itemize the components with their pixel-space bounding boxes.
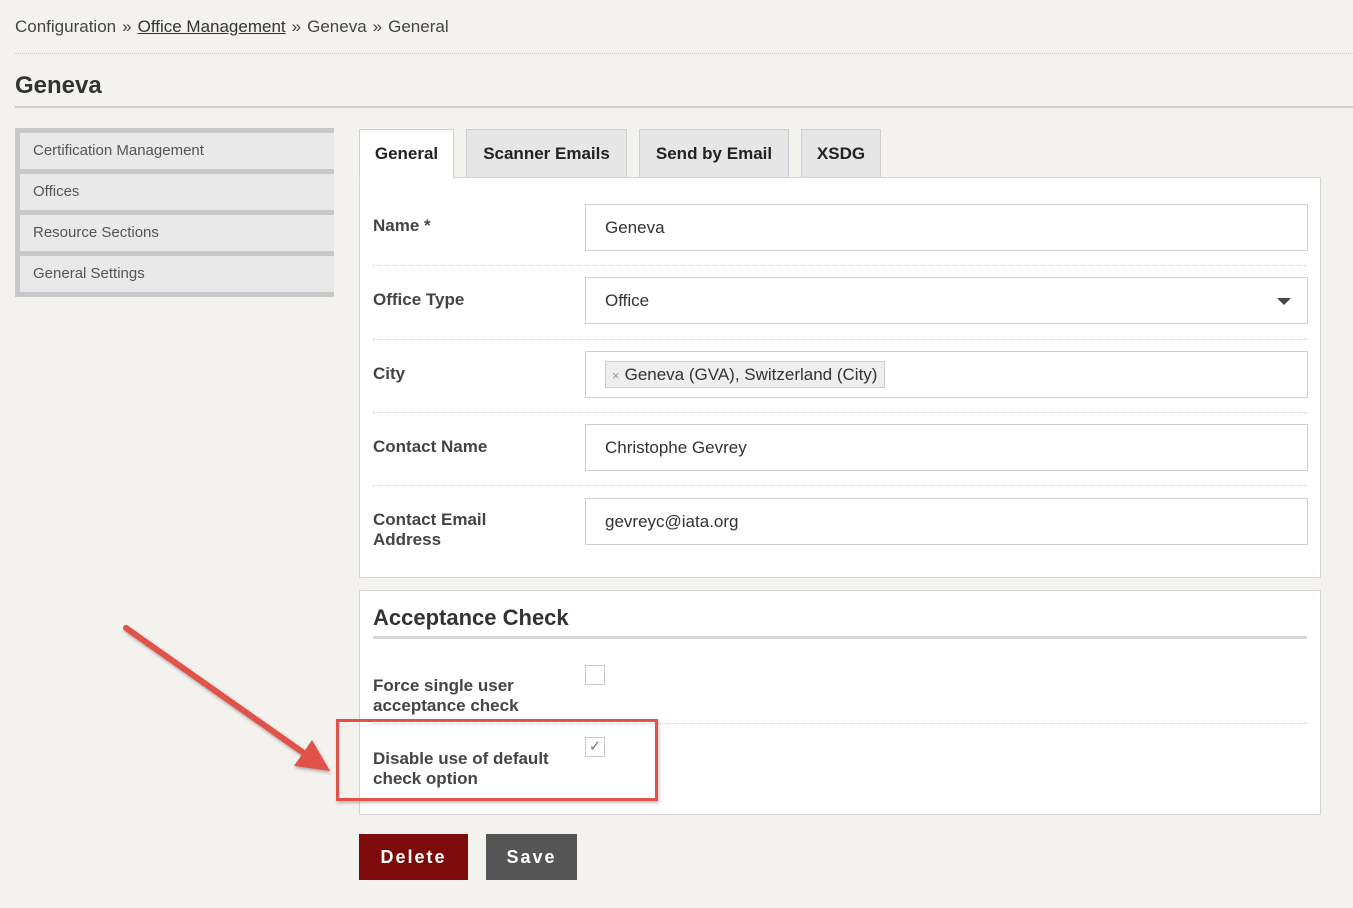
acceptance-check-panel: Acceptance Check Force single user accep… (359, 590, 1321, 815)
contact-name-label: Contact Name (373, 437, 488, 456)
name-label: Name * (373, 216, 431, 235)
disable-default-checkbox[interactable]: ✓ (585, 737, 605, 757)
name-input[interactable]: Geneva (585, 204, 1308, 251)
force-single-checkbox[interactable] (585, 665, 605, 685)
tab-xsdg[interactable]: XSDG (801, 129, 881, 178)
breadcrumb-geneva: Geneva (307, 17, 367, 36)
force-single-row: Force single user acceptance check (373, 651, 1307, 724)
sidebar-item-resource-sections[interactable]: Resource Sections (20, 215, 334, 251)
contact-email-row: Contact Email Address gevreyc@iata.org (373, 486, 1308, 566)
breadcrumb: Configuration » Office Management » Geneva » G… (15, 17, 449, 37)
tab-scanner-emails[interactable]: Scanner Emails (466, 129, 627, 178)
section-divider (373, 636, 1307, 639)
city-token-label: Geneva (GVA), Switzerland (City) (624, 365, 878, 384)
disable-default-row: Disable use of default check option ✓ (373, 724, 1307, 802)
breadcrumb-separator: » (372, 17, 383, 36)
breadcrumb-separator: » (122, 17, 132, 36)
breadcrumb-separator: » (291, 17, 302, 36)
contact-email-input[interactable]: gevreyc@iata.org (585, 498, 1308, 545)
city-row: City × Geneva (GVA), Switzerland (City) (373, 340, 1308, 413)
breadcrumb-general: General (388, 17, 449, 36)
remove-icon[interactable]: × (612, 368, 620, 383)
sidebar: Certification Management Offices Resourc… (15, 128, 334, 297)
contact-email-label: Contact Email Address (373, 510, 487, 549)
save-button[interactable]: Save (486, 834, 577, 880)
breadcrumb-divider (15, 53, 1353, 54)
disable-default-label: Disable use of default check option (373, 749, 549, 788)
delete-button[interactable]: Delete (359, 834, 468, 880)
force-single-label: Force single user acceptance check (373, 676, 519, 715)
office-type-row: Office Type Office (373, 266, 1308, 340)
tab-general[interactable]: General (359, 129, 454, 179)
tab-send-by-email[interactable]: Send by Email (639, 129, 789, 178)
contact-name-input[interactable]: Christophe Gevrey (585, 424, 1308, 471)
office-type-value: Office (605, 291, 650, 310)
title-divider (15, 106, 1353, 108)
city-multiselect[interactable]: × Geneva (GVA), Switzerland (City) (585, 351, 1308, 398)
office-type-label: Office Type (373, 290, 465, 309)
general-form-panel: Name * Geneva Office Type Office City × G… (359, 177, 1321, 578)
contact-name-row: Contact Name Christophe Gevrey (373, 413, 1308, 486)
name-row: Name * Geneva (373, 192, 1308, 266)
acceptance-check-title: Acceptance Check (373, 605, 569, 630)
city-label: City (373, 364, 406, 383)
chevron-down-icon (1277, 298, 1291, 305)
sidebar-item-certification-management[interactable]: Certification Management (20, 133, 334, 169)
city-token: × Geneva (GVA), Switzerland (City) (605, 361, 886, 388)
page-title: Geneva (15, 72, 102, 99)
sidebar-item-general-settings[interactable]: General Settings (20, 256, 334, 292)
breadcrumb-configuration: Configuration (15, 17, 117, 36)
sidebar-item-offices[interactable]: Offices (20, 174, 334, 210)
breadcrumb-office-management-link[interactable]: Office Management (138, 17, 286, 36)
office-type-select[interactable]: Office (585, 277, 1308, 324)
